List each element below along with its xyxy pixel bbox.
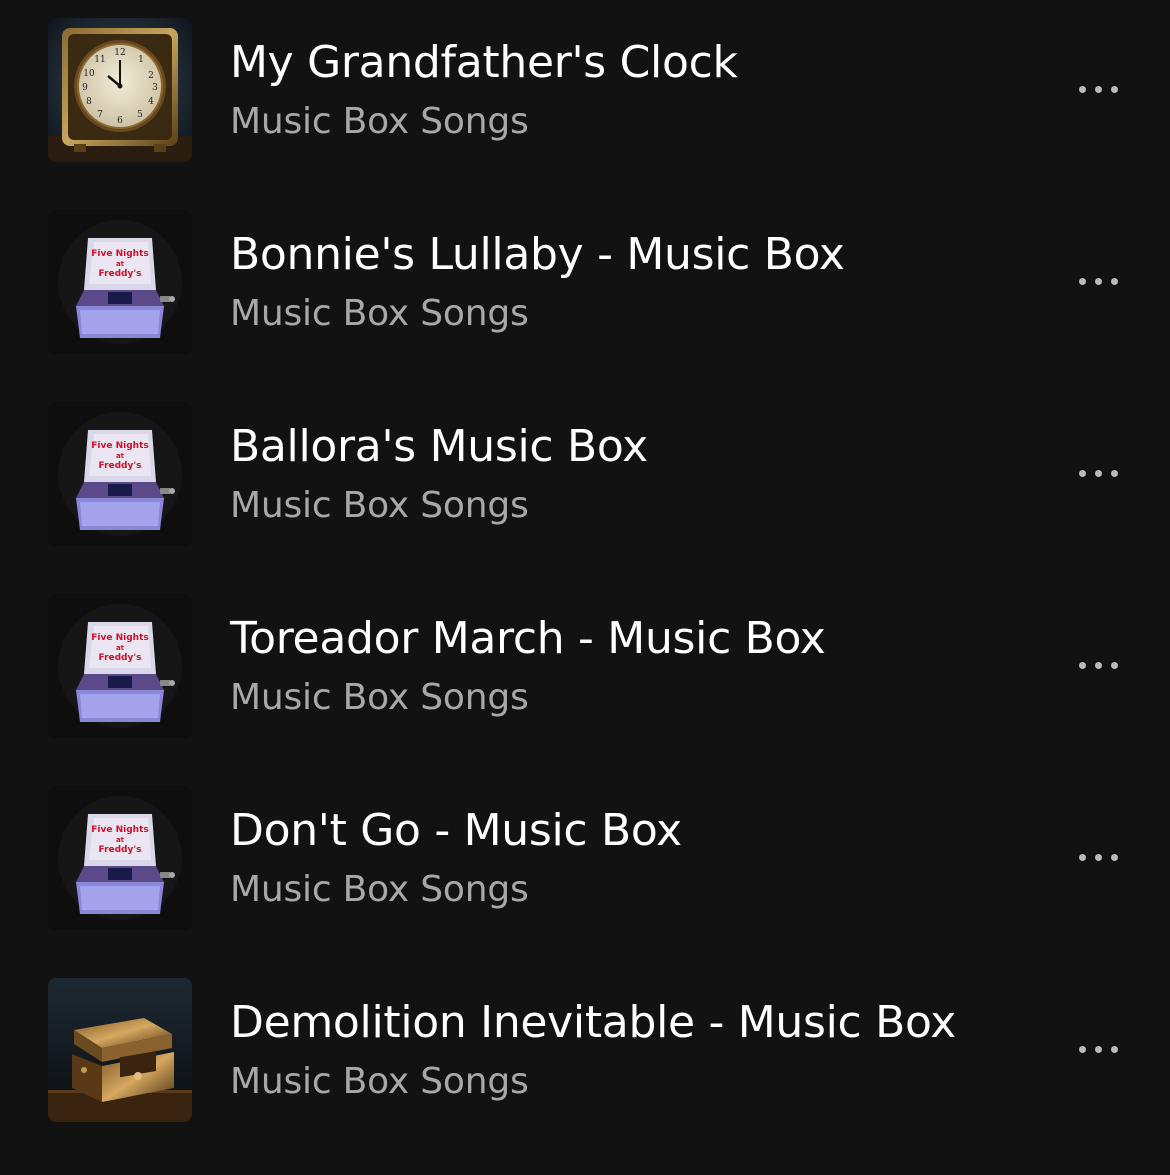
svg-text:7: 7 xyxy=(97,110,103,120)
track-row[interactable]: Five Nights at Freddy's Toreador March -… xyxy=(0,594,1170,754)
more-options-icon[interactable] xyxy=(1060,258,1136,304)
svg-text:Freddy's: Freddy's xyxy=(99,845,142,855)
svg-text:at: at xyxy=(116,644,125,652)
fnaf-music-box-artwork: Five Nights at Freddy's xyxy=(48,594,192,738)
fnaf-music-box-artwork: Five Nights at Freddy's xyxy=(48,402,192,546)
track-artist: Music Box Songs xyxy=(230,869,529,910)
svg-text:6: 6 xyxy=(117,116,123,126)
more-options-icon[interactable] xyxy=(1060,450,1136,496)
svg-text:4: 4 xyxy=(148,97,154,107)
track-artwork-clock: 12 1 2 3 4 5 6 7 8 9 10 11 xyxy=(48,18,192,162)
svg-text:12: 12 xyxy=(114,48,125,58)
more-options-icon[interactable] xyxy=(1060,834,1136,880)
svg-text:Freddy's: Freddy's xyxy=(99,653,142,663)
antique-clock-artwork: 12 1 2 3 4 5 6 7 8 9 10 11 xyxy=(48,18,192,162)
track-row[interactable]: Five Nights at Freddy's Ballora's Music … xyxy=(0,402,1170,562)
track-artist: Music Box Songs xyxy=(230,293,529,334)
track-row[interactable]: Demolition Inevitable - Music Box Music … xyxy=(0,978,1170,1138)
track-artwork-ornate-box xyxy=(48,978,192,1122)
svg-text:5: 5 xyxy=(137,110,143,120)
fnaf-music-box-artwork: Five Nights at Freddy's xyxy=(48,210,192,354)
svg-text:3: 3 xyxy=(152,83,158,93)
svg-text:Freddy's: Freddy's xyxy=(99,461,142,471)
more-options-icon[interactable] xyxy=(1060,1026,1136,1072)
svg-text:at: at xyxy=(116,836,125,844)
svg-text:Freddy's: Freddy's xyxy=(99,269,142,279)
track-title: Demolition Inevitable - Music Box xyxy=(230,997,957,1048)
svg-text:Five Nights: Five Nights xyxy=(91,441,148,451)
track-artist: Music Box Songs xyxy=(230,677,529,718)
track-row[interactable]: Five Nights at Freddy's Don't Go - Music… xyxy=(0,786,1170,946)
svg-text:at: at xyxy=(116,260,125,268)
track-artist: Music Box Songs xyxy=(230,485,529,526)
track-title: Don't Go - Music Box xyxy=(230,805,682,856)
track-artwork-fnaf: Five Nights at Freddy's xyxy=(48,786,192,930)
track-title: Ballora's Music Box xyxy=(230,421,648,472)
svg-text:8: 8 xyxy=(86,97,92,107)
svg-text:2: 2 xyxy=(148,71,154,81)
track-title: Bonnie's Lullaby - Music Box xyxy=(230,229,845,280)
track-title: My Grandfather's Clock xyxy=(230,37,738,88)
more-options-icon[interactable] xyxy=(1060,642,1136,688)
track-list: 12 1 2 3 4 5 6 7 8 9 10 11 My Grandfathe… xyxy=(0,0,1170,1175)
svg-text:10: 10 xyxy=(83,69,95,79)
svg-text:Five Nights: Five Nights xyxy=(91,633,148,643)
svg-text:1: 1 xyxy=(138,55,144,65)
track-artwork-fnaf: Five Nights at Freddy's xyxy=(48,210,192,354)
track-artwork-fnaf: Five Nights at Freddy's xyxy=(48,594,192,738)
track-artist: Music Box Songs xyxy=(230,101,529,142)
svg-text:Five Nights: Five Nights xyxy=(91,249,148,259)
svg-text:at: at xyxy=(116,452,125,460)
svg-text:9: 9 xyxy=(82,83,88,93)
fnaf-music-box-artwork: Five Nights at Freddy's xyxy=(48,786,192,930)
svg-text:11: 11 xyxy=(94,55,105,65)
track-artist: Music Box Songs xyxy=(230,1061,529,1102)
track-row[interactable]: Five Nights at Freddy's Bonnie's Lullaby… xyxy=(0,210,1170,370)
ornate-music-box-artwork xyxy=(48,978,192,1122)
track-artwork-fnaf: Five Nights at Freddy's xyxy=(48,402,192,546)
more-options-icon[interactable] xyxy=(1060,66,1136,112)
svg-text:Five Nights: Five Nights xyxy=(91,825,148,835)
track-row[interactable]: 12 1 2 3 4 5 6 7 8 9 10 11 My Grandfathe… xyxy=(0,18,1170,178)
track-title: Toreador March - Music Box xyxy=(230,613,826,664)
